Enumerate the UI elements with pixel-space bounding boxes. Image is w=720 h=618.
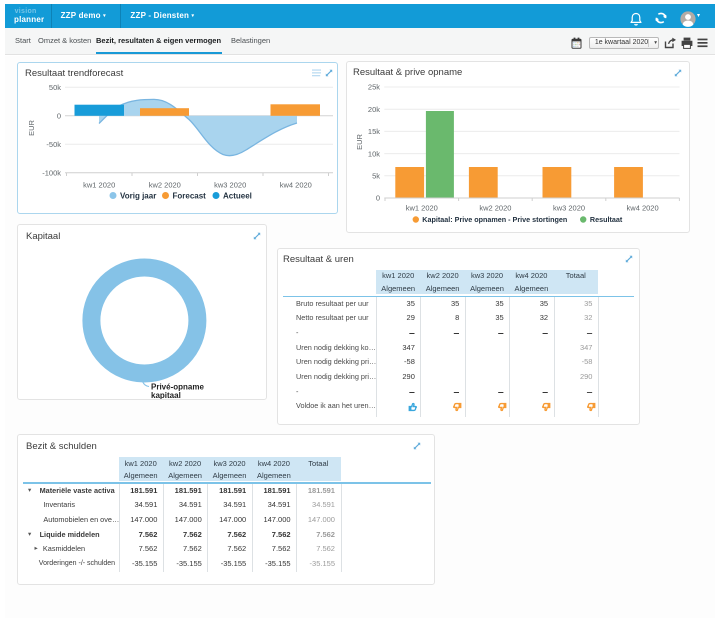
svg-text:kw1 2020: kw1 2020 [406, 204, 438, 213]
svg-text:kw4 2020: kw4 2020 [280, 181, 312, 190]
svg-text:kw2 2020: kw2 2020 [149, 181, 181, 190]
svg-text:kw2 2020: kw2 2020 [479, 204, 511, 213]
svg-text:kw1 2020: kw1 2020 [83, 181, 115, 190]
svg-text:Vorig jaar: Vorig jaar [120, 192, 156, 201]
svg-text:kw3 2020: kw3 2020 [214, 181, 246, 190]
svg-text:EUR: EUR [355, 134, 364, 150]
svg-text:kapitaal: kapitaal [151, 391, 181, 399]
svg-text:kw3 2020: kw3 2020 [553, 204, 585, 213]
svg-text:5k: 5k [372, 172, 380, 181]
svg-text:50k: 50k [49, 83, 61, 92]
svg-text:15k: 15k [368, 127, 380, 136]
svg-text:10k: 10k [368, 149, 380, 158]
svg-text:kw4 2020: kw4 2020 [627, 204, 659, 213]
svg-text:0: 0 [57, 112, 61, 121]
svg-text:-100k: -100k [42, 169, 61, 178]
svg-text:-50k: -50k [46, 140, 61, 149]
svg-text:EUR: EUR [27, 120, 36, 136]
svg-text:Forecast: Forecast [173, 192, 207, 201]
svg-text:Actueel: Actueel [223, 192, 252, 201]
svg-text:20k: 20k [368, 105, 380, 114]
svg-text:Kapitaal: Prive opnamen - Priv: Kapitaal: Prive opnamen - Prive storting… [422, 215, 567, 224]
svg-text:Resultaat: Resultaat [590, 215, 623, 224]
svg-text:0: 0 [376, 194, 380, 203]
svg-text:25k: 25k [368, 83, 380, 92]
